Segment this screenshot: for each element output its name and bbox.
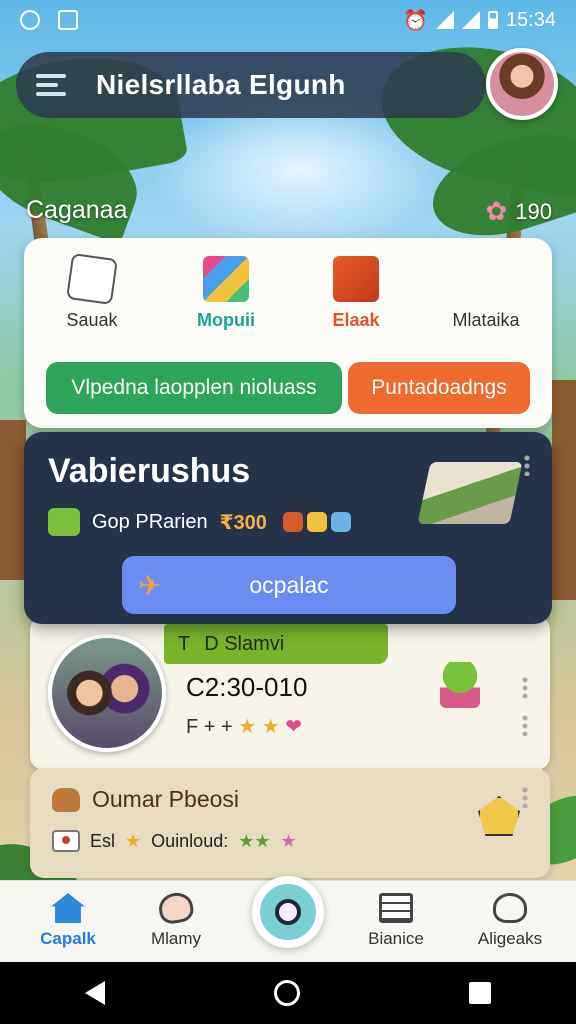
nav-label: Bianice bbox=[368, 929, 424, 948]
chat-icon bbox=[48, 508, 80, 536]
primary-action-button[interactable]: Vlpedna laopplen nioluass bbox=[46, 362, 342, 414]
home-icon bbox=[51, 893, 85, 923]
nav-item-aligeaks[interactable]: Aligeaks bbox=[460, 893, 560, 949]
fab-inner bbox=[260, 884, 316, 940]
category-label: Mlataika bbox=[452, 310, 520, 330]
post-time: C2:30-010 bbox=[186, 672, 308, 702]
category-label: Mopuii bbox=[197, 310, 255, 330]
wifi-icon bbox=[435, 11, 454, 29]
star-badge-icon bbox=[478, 796, 520, 836]
tag-prefix: T bbox=[178, 632, 191, 655]
app-header: Nielsrllaba Elgunh bbox=[16, 52, 486, 118]
heart-icon: ❤ bbox=[285, 716, 303, 738]
profile-name: Oumar Pbeosi bbox=[92, 786, 240, 812]
star-icon: ★ bbox=[238, 716, 257, 738]
cat-icon bbox=[52, 787, 80, 812]
home-circle-icon[interactable] bbox=[273, 980, 300, 1006]
heart-icon bbox=[156, 890, 196, 926]
signal-icon bbox=[461, 11, 480, 29]
flower-icon: ✿ bbox=[485, 196, 508, 226]
featured-title: Vabierushus bbox=[48, 452, 251, 490]
post-card[interactable]: T D Slamvi C2:30-010 F + + ★ ★ ❤ bbox=[30, 616, 550, 770]
status-time: 15:34 bbox=[505, 8, 556, 31]
category-mopuii[interactable]: Mopuii bbox=[166, 256, 286, 331]
system-navigation-bar bbox=[0, 962, 576, 1024]
alarm-icon: ⏰ bbox=[403, 9, 428, 32]
nav-label: Mlamy bbox=[150, 929, 202, 948]
center-action-button[interactable] bbox=[252, 876, 324, 948]
token-icons bbox=[279, 511, 351, 534]
post-photo bbox=[48, 634, 166, 752]
hut bbox=[552, 380, 576, 600]
profile-card-header: Oumar Pbeosi bbox=[52, 786, 239, 813]
featured-card[interactable]: Vabierushus Gop PRarien ₹300 ✈ ocpalac bbox=[24, 432, 552, 624]
nav-label: Capalk bbox=[40, 929, 96, 948]
status-bar: ⏰ 15:34 bbox=[0, 0, 576, 40]
books-icon bbox=[203, 256, 249, 302]
more-options-icon[interactable] bbox=[524, 454, 530, 476]
secondary-action-button[interactable]: Puntadoadngs bbox=[348, 362, 530, 414]
row-label: Esl bbox=[90, 830, 116, 851]
profile-avatar[interactable] bbox=[486, 48, 558, 120]
points-counter[interactable]: ✿ 190 bbox=[485, 196, 552, 227]
star-icon: ★ bbox=[261, 716, 280, 738]
cta-label: ocpalac bbox=[249, 571, 329, 598]
star-badge-icon bbox=[66, 253, 118, 305]
category-mlataika[interactable]: Mlataika bbox=[426, 310, 546, 331]
menu-icon[interactable] bbox=[36, 72, 70, 98]
document-icon bbox=[379, 893, 413, 923]
post-tag: T D Slamvi bbox=[164, 624, 388, 664]
profile-card[interactable]: Oumar Pbeosi Esl ★ Ouinloud: ★★ ★ bbox=[30, 768, 550, 878]
nav-item-capalk[interactable]: Capalk bbox=[18, 893, 118, 949]
app-title: Nielsrllaba Elgunh bbox=[96, 69, 346, 100]
post-meta: F + + bbox=[186, 716, 233, 738]
featured-price: ₹300 bbox=[219, 511, 267, 534]
user-icon bbox=[493, 893, 527, 923]
tag-text: D Slamvi bbox=[204, 632, 285, 655]
profile-card-row: Esl ★ Ouinloud: ★★ ★ bbox=[52, 830, 297, 852]
garden-image bbox=[417, 462, 523, 524]
power-icon bbox=[275, 899, 301, 925]
category-actions: Vlpedna laopplen nioluass Puntadoadngs bbox=[46, 362, 530, 414]
hut bbox=[0, 420, 26, 580]
nav-label: Aligeaks bbox=[477, 929, 543, 948]
star-icon: ★ bbox=[280, 830, 297, 851]
plant-icon bbox=[440, 662, 480, 708]
star-icon: ★★ bbox=[238, 830, 271, 851]
more-options-icon[interactable] bbox=[522, 676, 528, 698]
row-text: Ouinloud: bbox=[151, 830, 229, 851]
featured-cta-button[interactable]: ✈ ocpalac bbox=[122, 556, 456, 614]
points-value: 190 bbox=[515, 198, 552, 224]
category-sauak[interactable]: Sauak bbox=[32, 253, 152, 331]
notification-icon bbox=[20, 10, 40, 30]
nav-item-bianice[interactable]: Bianice bbox=[346, 893, 446, 949]
post-reactions: F + + ★ ★ ❤ bbox=[186, 714, 302, 739]
categories-card: Sauak Mopuii Elaak Mlataika Vlpedna laop… bbox=[24, 238, 552, 428]
back-icon[interactable] bbox=[84, 981, 105, 1005]
plane-icon: ✈ bbox=[138, 569, 162, 601]
featured-subtitle: Gop PRarien bbox=[92, 510, 208, 533]
more-options-icon[interactable] bbox=[522, 786, 528, 808]
battery-icon bbox=[487, 11, 498, 29]
more-options-icon[interactable] bbox=[522, 714, 528, 736]
featured-details: Gop PRarien ₹300 bbox=[48, 508, 351, 536]
star-icon: ★ bbox=[125, 830, 142, 851]
location-label: Caganaa bbox=[26, 196, 128, 224]
category-label: Elaak bbox=[332, 310, 380, 330]
box-icon bbox=[333, 256, 379, 302]
nav-item-mlamy[interactable]: Mlamy bbox=[126, 890, 226, 949]
category-elaak[interactable]: Elaak bbox=[296, 256, 416, 331]
recents-icon[interactable] bbox=[469, 982, 492, 1004]
category-label: Sauak bbox=[66, 310, 118, 330]
badge-icon bbox=[52, 830, 80, 852]
gallery-icon bbox=[58, 10, 78, 30]
